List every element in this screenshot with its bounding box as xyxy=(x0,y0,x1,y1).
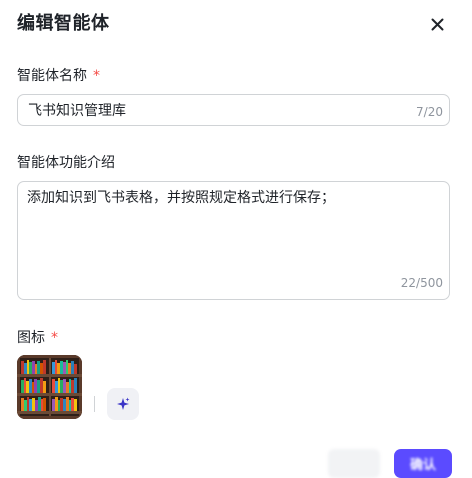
agent-icon-image[interactable] xyxy=(17,355,82,419)
confirm-button[interactable]: 确认 xyxy=(394,449,452,478)
description-char-counter: 22/500 xyxy=(400,276,443,290)
icon-label-text: 图标 xyxy=(17,330,45,346)
name-label: 智能体名称 * xyxy=(17,66,100,86)
description-label-text: 智能体功能介绍 xyxy=(17,155,115,171)
dialog-title: 编辑智能体 xyxy=(17,13,110,34)
bookshelf-icon xyxy=(17,355,82,419)
icon-label: 图标 * xyxy=(17,328,58,348)
divider xyxy=(94,396,95,412)
dialog-header: 编辑智能体 xyxy=(17,12,457,38)
name-input-value[interactable]: 飞书知识管理库 xyxy=(28,101,126,121)
cancel-button[interactable] xyxy=(328,449,380,478)
name-char-counter: 7/20 xyxy=(416,105,443,119)
close-button[interactable] xyxy=(426,13,448,35)
description-textarea-value[interactable]: 添加知识到飞书表格，并按照规定格式进行保存； xyxy=(27,188,439,208)
description-label: 智能体功能介绍 xyxy=(17,153,115,173)
name-label-text: 智能体名称 xyxy=(17,68,87,84)
name-input[interactable]: 飞书知识管理库 7/20 xyxy=(17,94,450,126)
description-textarea[interactable]: 添加知识到飞书表格，并按照规定格式进行保存； 22/500 xyxy=(17,181,450,300)
generate-icon-button[interactable] xyxy=(107,388,139,420)
confirm-button-label: 确认 xyxy=(409,458,436,473)
required-mark: * xyxy=(51,330,58,346)
sparkle-icon xyxy=(117,397,130,410)
close-icon xyxy=(431,18,443,30)
required-mark: * xyxy=(93,68,100,84)
